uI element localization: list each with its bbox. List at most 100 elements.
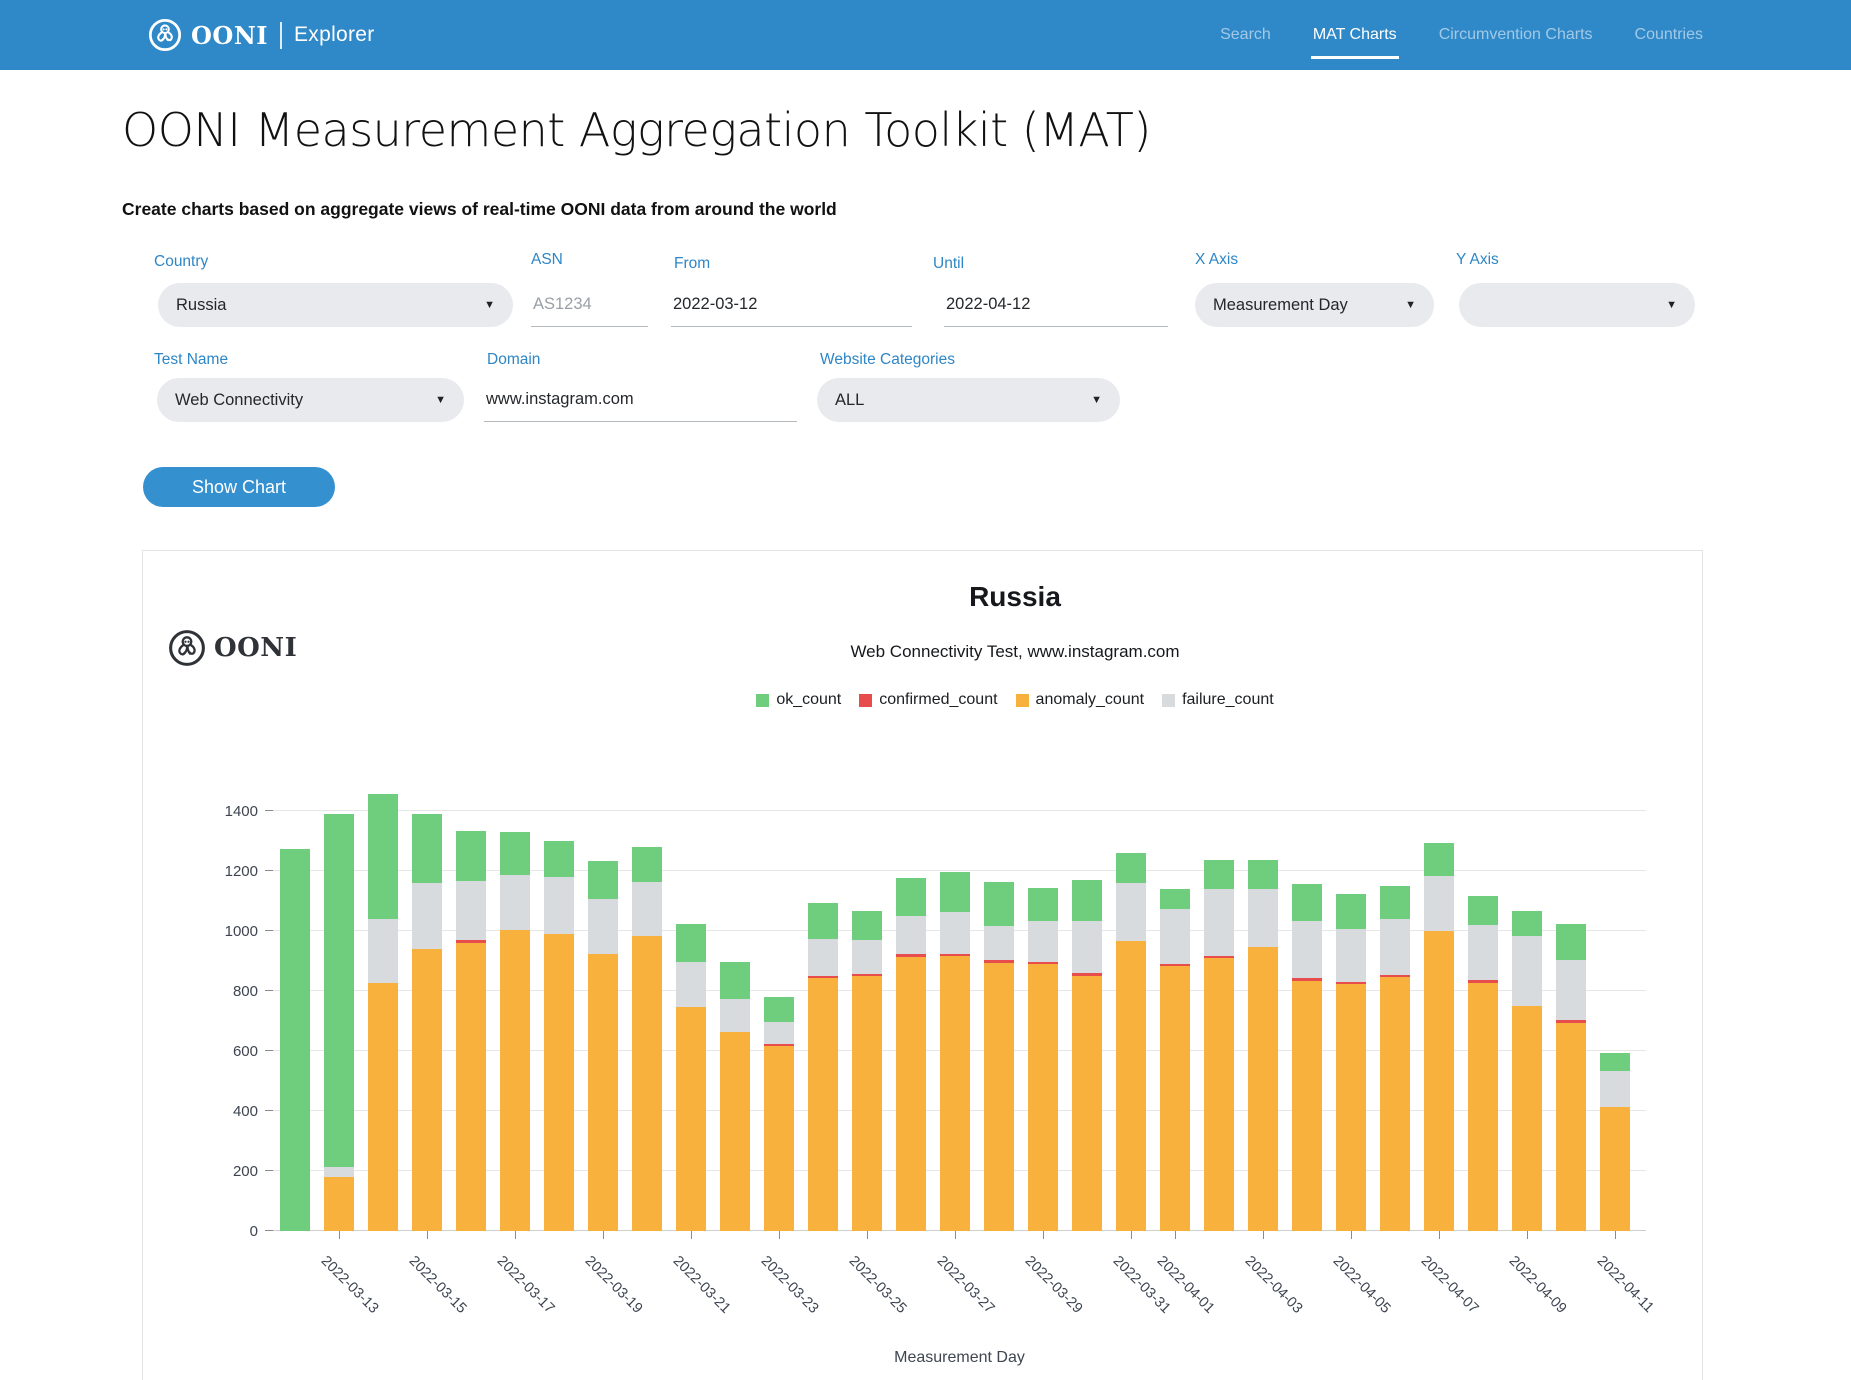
bar-segment-anomaly_count (1600, 1107, 1630, 1231)
legend-item-failure_count[interactable]: failure_count (1162, 691, 1274, 709)
bar-2022-04-01[interactable] (1160, 781, 1190, 1231)
bar-segment-anomaly_count (368, 983, 398, 1231)
bar-2022-03-29[interactable] (1028, 781, 1058, 1231)
bar-2022-03-17[interactable] (500, 781, 530, 1231)
nav-item-countries[interactable]: Countries (1635, 26, 1703, 44)
bar-2022-04-07[interactable] (1424, 781, 1454, 1231)
chevron-down-icon: ▼ (425, 394, 446, 406)
x-tick-mark (691, 1231, 692, 1239)
bar-segment-ok_count (324, 814, 354, 1167)
bar-segment-confirmed_count (1072, 973, 1102, 976)
ooni-octopus-icon (148, 18, 182, 52)
bar-2022-03-28[interactable] (984, 781, 1014, 1231)
x-axis-select[interactable]: Measurement Day ▼ (1195, 283, 1434, 327)
chart-plot: Measurement Day 020040060080010001200140… (273, 781, 1646, 1231)
bar-2022-03-14[interactable] (368, 781, 398, 1231)
bar-2022-03-15[interactable] (412, 781, 442, 1231)
until-label: Until (933, 255, 964, 273)
from-date-input[interactable] (671, 283, 912, 327)
country-select[interactable]: Russia ▼ (158, 283, 513, 327)
bar-segment-anomaly_count (1204, 958, 1234, 1231)
website-categories-select[interactable]: ALL ▼ (817, 378, 1120, 422)
bar-segment-confirmed_count (984, 960, 1014, 963)
bar-segment-anomaly_count (1468, 983, 1498, 1231)
nav-item-circumvention-charts[interactable]: Circumvention Charts (1439, 26, 1593, 44)
domain-input[interactable] (484, 378, 797, 422)
legend-label: anomaly_count (1036, 691, 1145, 709)
y-axis-select[interactable]: ▼ (1459, 283, 1695, 327)
bar-segment-confirmed_count (1556, 1020, 1586, 1023)
bar-2022-04-05[interactable] (1336, 781, 1366, 1231)
bar-segment-failure_count (324, 1167, 354, 1178)
bar-2022-03-18[interactable] (544, 781, 574, 1231)
bar-2022-03-20[interactable] (632, 781, 662, 1231)
bar-2022-04-08[interactable] (1468, 781, 1498, 1231)
bar-segment-ok_count (456, 831, 486, 881)
bar-2022-03-22[interactable] (720, 781, 750, 1231)
bar-2022-04-06[interactable] (1380, 781, 1410, 1231)
bar-segment-failure_count (1160, 909, 1190, 964)
legend-swatch (756, 694, 769, 707)
until-date-input[interactable] (944, 283, 1168, 327)
bar-segment-anomaly_count (896, 957, 926, 1231)
bar-2022-03-31[interactable] (1116, 781, 1146, 1231)
legend-item-confirmed_count[interactable]: confirmed_count (859, 691, 997, 709)
bar-segment-anomaly_count (720, 1032, 750, 1231)
y-tick-label: 800 (198, 983, 258, 1000)
bar-2022-04-09[interactable] (1512, 781, 1542, 1231)
bar-2022-03-19[interactable] (588, 781, 618, 1231)
bar-2022-03-23[interactable] (764, 781, 794, 1231)
bar-2022-03-27[interactable] (940, 781, 970, 1231)
legend-item-anomaly_count[interactable]: anomaly_count (1016, 691, 1145, 709)
bar-segment-confirmed_count (1292, 978, 1322, 981)
nav-item-mat-charts[interactable]: MAT Charts (1313, 26, 1397, 44)
bar-segment-failure_count (808, 939, 838, 976)
bar-segment-ok_count (1468, 896, 1498, 925)
bar-segment-ok_count (720, 962, 750, 999)
bar-segment-anomaly_count (1380, 977, 1410, 1231)
bar-segment-ok_count (676, 924, 706, 962)
bar-segment-ok_count (1556, 924, 1586, 960)
bar-segment-anomaly_count (808, 978, 838, 1231)
country-label: Country (154, 253, 208, 271)
bar-2022-03-25[interactable] (852, 781, 882, 1231)
bar-2022-03-21[interactable] (676, 781, 706, 1231)
y-tick-mark (265, 990, 273, 991)
bar-2022-03-26[interactable] (896, 781, 926, 1231)
bar-2022-04-03[interactable] (1248, 781, 1278, 1231)
brand[interactable]: OONI Explorer (148, 0, 375, 70)
nav-item-search[interactable]: Search (1220, 26, 1271, 44)
asn-label: ASN (531, 251, 563, 269)
x-tick-mark (779, 1231, 780, 1239)
chart-header: Russia Web Connectivity Test, www.instag… (328, 581, 1702, 709)
bar-2022-04-11[interactable] (1600, 781, 1630, 1231)
bar-segment-failure_count (1468, 925, 1498, 980)
asn-input[interactable] (531, 283, 648, 327)
bar-2022-03-16[interactable] (456, 781, 486, 1231)
bar-segment-confirmed_count (852, 974, 882, 976)
test-name-select[interactable]: Web Connectivity ▼ (157, 378, 464, 422)
bar-2022-03-13[interactable] (324, 781, 354, 1231)
bar-segment-failure_count (1072, 921, 1102, 973)
legend-item-ok_count[interactable]: ok_count (756, 691, 841, 709)
bar-2022-04-04[interactable] (1292, 781, 1322, 1231)
legend-swatch (1162, 694, 1175, 707)
bar-segment-ok_count (368, 794, 398, 919)
bar-segment-ok_count (764, 997, 794, 1022)
bar-segment-confirmed_count (896, 954, 926, 957)
bar-segment-failure_count (412, 883, 442, 949)
bar-2022-04-10[interactable] (1556, 781, 1586, 1231)
show-chart-button[interactable]: Show Chart (143, 467, 335, 507)
bar-segment-confirmed_count (764, 1044, 794, 1046)
bar-segment-anomaly_count (324, 1177, 354, 1231)
bar-2022-03-12[interactable] (280, 781, 310, 1231)
bar-2022-04-02[interactable] (1204, 781, 1234, 1231)
y-tick-label: 400 (198, 1103, 258, 1120)
bar-2022-03-30[interactable] (1072, 781, 1102, 1231)
bar-2022-03-24[interactable] (808, 781, 838, 1231)
bar-segment-failure_count (1556, 960, 1586, 1020)
bar-segment-anomaly_count (456, 943, 486, 1231)
x-tick-mark (955, 1231, 956, 1239)
bar-segment-ok_count (1116, 853, 1146, 883)
chevron-down-icon: ▼ (1656, 299, 1677, 311)
